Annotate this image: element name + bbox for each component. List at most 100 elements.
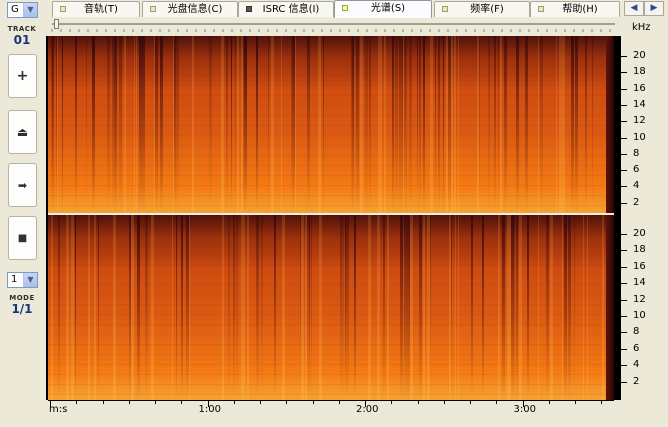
drive-select-value: G bbox=[11, 4, 19, 15]
frequency-tick bbox=[621, 316, 627, 317]
time-tick bbox=[233, 400, 235, 404]
frequency-tick bbox=[621, 56, 627, 57]
tab-spectrum[interactable]: 光谱(S) bbox=[334, 0, 432, 18]
frequency-label-left: 8 bbox=[633, 147, 640, 159]
time-tick bbox=[496, 400, 498, 404]
frequency-tick bbox=[621, 266, 627, 268]
slider-thumb[interactable] bbox=[54, 19, 59, 29]
time-axis-line bbox=[48, 400, 614, 401]
frequency-tick bbox=[621, 299, 627, 301]
chevron-down-icon[interactable]: ▼ bbox=[23, 3, 37, 17]
tab-bar: 音轨(T) 光盘信息(C) ISRC 信息(I) 光谱(S) 频率(F) 帮助(… bbox=[44, 0, 668, 18]
time-axis: m:s 1:00 2:00 3:00 bbox=[46, 400, 621, 427]
frequency-unit: kHz bbox=[632, 22, 651, 33]
slider-track[interactable] bbox=[52, 23, 615, 25]
frequency-label-right: 10 bbox=[633, 310, 646, 321]
chevron-down-icon[interactable]: ▼ bbox=[23, 273, 37, 287]
frequency-label-left: 12 bbox=[633, 115, 646, 127]
tab-help[interactable]: 帮助(H) bbox=[530, 1, 620, 17]
frequency-label-right: 14 bbox=[633, 277, 646, 289]
tab-disc-info[interactable]: 光盘信息(C) bbox=[142, 1, 238, 17]
frequency-label-left: 4 bbox=[633, 180, 640, 192]
frequency-tick bbox=[621, 72, 627, 74]
spectrum-channel-left bbox=[48, 36, 614, 213]
frequency-tick bbox=[621, 234, 627, 235]
tab-frequency[interactable]: 频率(F) bbox=[434, 1, 530, 17]
time-tick bbox=[417, 400, 419, 404]
tab-label: ISRC 信息(I) bbox=[262, 4, 320, 15]
plus-icon: + bbox=[16, 68, 29, 84]
slider-ruler bbox=[51, 29, 611, 32]
time-tick bbox=[443, 400, 445, 404]
stop-button[interactable]: ■ bbox=[8, 216, 37, 260]
frequency-tick bbox=[621, 170, 627, 172]
time-tick bbox=[470, 400, 471, 404]
track-number: 01 bbox=[13, 33, 31, 47]
frequency-tick bbox=[621, 381, 627, 383]
frequency-label-right: 6 bbox=[633, 342, 640, 354]
next-button[interactable]: ➡ bbox=[8, 163, 37, 207]
time-tick bbox=[601, 400, 603, 404]
frequency-tick bbox=[621, 137, 627, 139]
frequency-tick bbox=[621, 121, 627, 123]
frequency-tick bbox=[621, 153, 627, 155]
frequency-label-right: 20 bbox=[633, 228, 646, 239]
spectrum-channel-right bbox=[48, 215, 614, 400]
time-tick bbox=[181, 400, 183, 404]
tab-label: 帮助(H) bbox=[562, 4, 598, 15]
time-tick bbox=[286, 400, 288, 404]
time-label: 2:00 bbox=[356, 404, 379, 415]
frequency-tick bbox=[621, 283, 627, 285]
time-tick bbox=[50, 400, 51, 407]
frequency-label-left: 2 bbox=[633, 196, 640, 208]
frequency-label-left: 6 bbox=[633, 164, 640, 176]
frequency-tick bbox=[621, 186, 627, 188]
spectrum-view bbox=[46, 36, 621, 400]
frequency-label-right: 4 bbox=[633, 359, 640, 371]
frequency-tick bbox=[621, 250, 627, 252]
time-tick bbox=[102, 400, 104, 404]
arrow-right-icon: ➡ bbox=[17, 178, 28, 192]
mode-label: MODE bbox=[9, 294, 35, 302]
stop-icon: ■ bbox=[17, 232, 28, 244]
time-label: 3:00 bbox=[513, 404, 536, 415]
tab-label: 光盘信息(C) bbox=[167, 4, 223, 15]
frequency-tick bbox=[621, 104, 627, 106]
scroll-left-icon[interactable]: ◀ bbox=[624, 1, 644, 16]
position-slider[interactable] bbox=[46, 17, 621, 34]
frequency-tick bbox=[621, 348, 627, 350]
scroll-right-icon[interactable]: ▶ bbox=[644, 1, 664, 16]
track-sidebar: G ▼ TRACK 01 + ⏏ ➡ ■ 1 ▼ MODE 1/1 bbox=[0, 0, 44, 427]
frequency-label-right: 12 bbox=[633, 293, 646, 305]
time-tick bbox=[128, 400, 130, 404]
frequency-label-left: 20 bbox=[633, 50, 646, 61]
time-unit-label: m:s bbox=[49, 404, 68, 415]
add-button[interactable]: + bbox=[8, 54, 37, 98]
track-label: TRACK bbox=[7, 25, 37, 33]
tab-isrc-info[interactable]: ISRC 信息(I) bbox=[238, 1, 334, 17]
time-tick bbox=[575, 400, 576, 404]
time-tick bbox=[76, 400, 78, 404]
frequency-tick bbox=[621, 202, 627, 204]
tab-tracks[interactable]: 音轨(T) bbox=[52, 1, 140, 17]
frequency-label-left: 18 bbox=[633, 66, 646, 78]
mode-value: 1/1 bbox=[11, 302, 33, 316]
eject-button[interactable]: ⏏ bbox=[8, 110, 37, 154]
frequency-tick bbox=[621, 365, 627, 367]
tab-label: 频率(F) bbox=[470, 4, 504, 15]
frequency-axis: kHz 20 18 16 14 12 10 8 6 4 2 20 18 16 14 12 10 8 6 4 2 bbox=[621, 17, 668, 403]
time-tick bbox=[391, 400, 393, 404]
frequency-label-left: 16 bbox=[633, 82, 646, 94]
drive-select[interactable]: G ▼ bbox=[7, 2, 38, 18]
time-label: 1:00 bbox=[198, 404, 221, 415]
time-tick bbox=[312, 400, 314, 404]
frequency-label-right: 2 bbox=[633, 375, 640, 387]
frequency-label-left: 14 bbox=[633, 98, 646, 110]
mode-select[interactable]: 1 ▼ bbox=[7, 272, 38, 288]
frequency-tick bbox=[621, 332, 627, 334]
tab-label: 光谱(S) bbox=[370, 3, 406, 14]
tab-label: 音轨(T) bbox=[84, 4, 118, 15]
frequency-tick bbox=[621, 88, 627, 90]
frequency-label-left: 10 bbox=[633, 131, 646, 143]
mode-select-value: 1 bbox=[11, 274, 18, 285]
